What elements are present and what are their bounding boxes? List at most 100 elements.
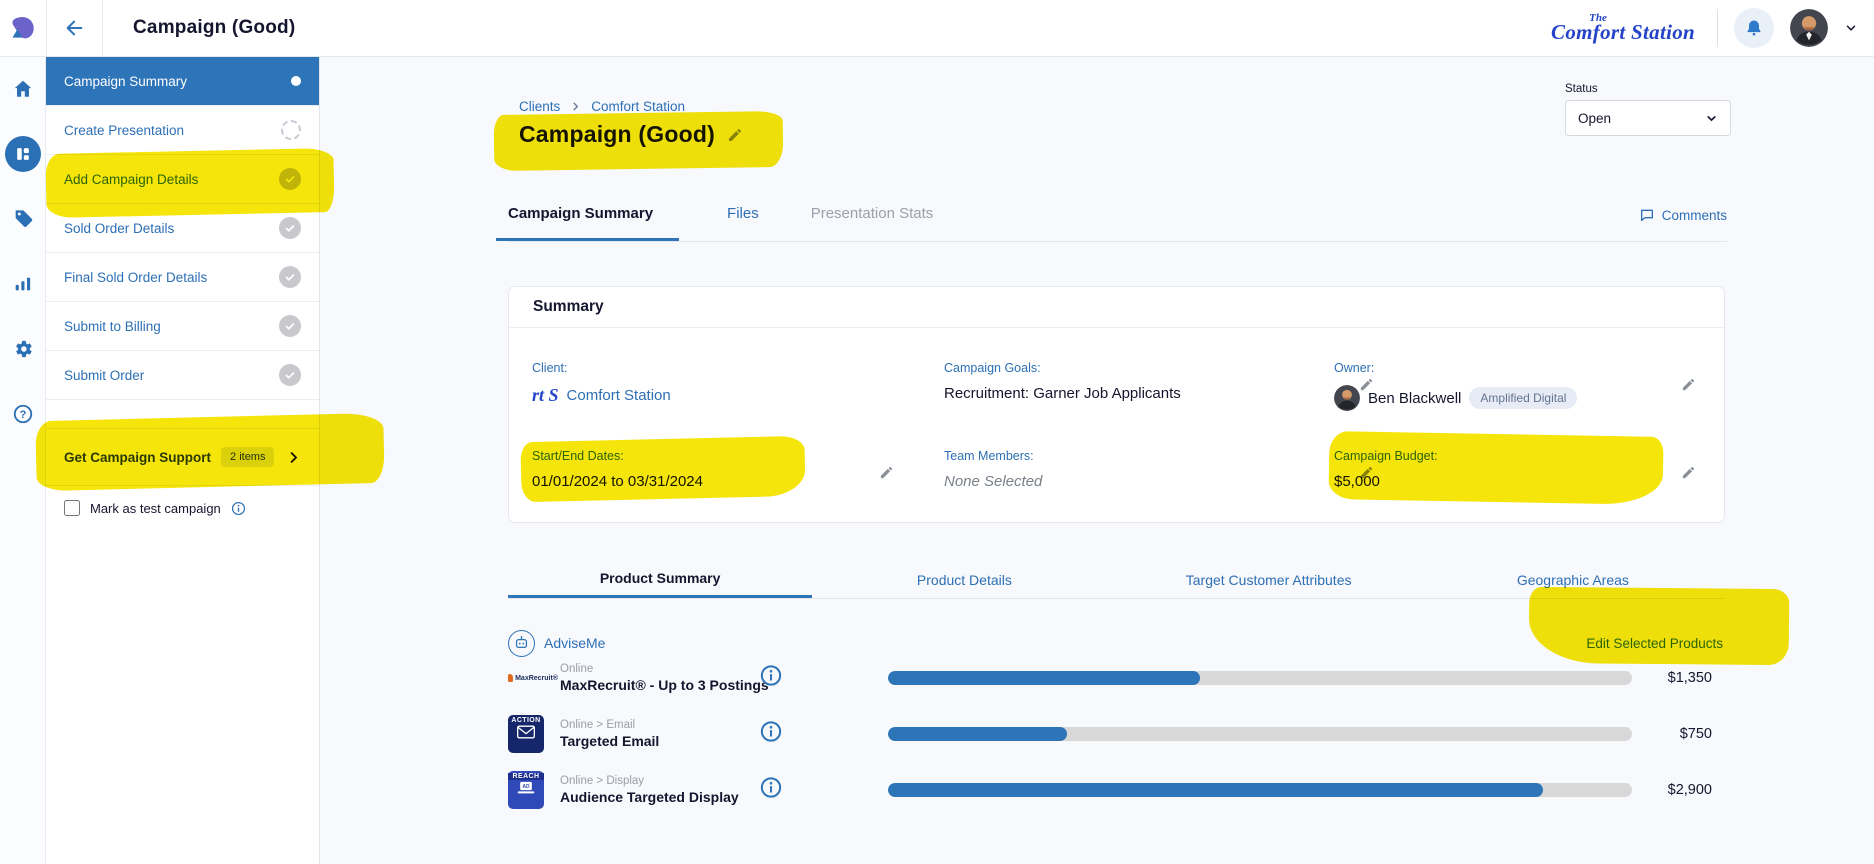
summary-card-title: Summary <box>509 287 1724 328</box>
adviseme-link[interactable]: AdviseMe <box>544 635 605 651</box>
budget-allocation-bar[interactable] <box>888 783 1632 797</box>
product-category: Online > Email <box>560 719 659 731</box>
app-logo[interactable] <box>0 0 47 56</box>
nav-reports-button[interactable] <box>5 266 41 302</box>
client-logo-fragment: rt S <box>532 385 559 406</box>
support-count-badge: 2 items <box>221 447 274 467</box>
sidebar-item-final-sold-order-details[interactable]: Final Sold Order Details <box>46 253 319 302</box>
breadcrumb-clients-link[interactable]: Clients <box>519 99 560 114</box>
sidebar-item-submit-to-billing[interactable]: Submit to Billing <box>46 302 319 351</box>
test-campaign-checkbox[interactable] <box>64 500 80 516</box>
sidebar-item-add-campaign-details[interactable]: Add Campaign Details <box>46 155 319 204</box>
budget-allocation-fill <box>888 727 1067 741</box>
bar-chart-icon <box>12 273 34 295</box>
sidebar-item-label: Submit Order <box>64 368 144 383</box>
check-circle-icon <box>279 364 301 386</box>
brand-name: Comfort Station <box>1551 20 1695 44</box>
tab-product-details[interactable]: Product Details <box>812 561 1116 598</box>
tab-campaign-summary[interactable]: Campaign Summary <box>496 201 679 241</box>
client-field: Client: rt S Comfort Station <box>532 361 671 406</box>
comments-label: Comments <box>1662 208 1727 223</box>
info-icon[interactable] <box>760 721 782 748</box>
app-logo-icon <box>9 14 37 42</box>
check-circle-icon <box>279 168 301 190</box>
edit-budget-pencil-icon[interactable] <box>1681 465 1696 485</box>
campaign-goals-field: Campaign Goals: Recruitment: Garner Job … <box>944 361 1181 402</box>
product-category: Online <box>560 663 769 675</box>
home-icon <box>12 78 34 100</box>
svg-text:?: ? <box>19 409 26 421</box>
top-bar: Campaign (Good) The Comfort Station <box>0 0 1874 57</box>
budget-allocation-bar[interactable] <box>888 671 1632 685</box>
robot-icon <box>508 630 535 657</box>
arrow-left-icon <box>64 17 86 39</box>
client-name-link[interactable]: Comfort Station <box>567 387 671 404</box>
nav-help-button[interactable]: ? <box>5 396 41 432</box>
comments-button[interactable]: Comments <box>1639 207 1727 223</box>
budget-allocation-fill <box>888 671 1200 685</box>
nav-tags-button[interactable] <box>5 201 41 237</box>
tab-geographic-areas[interactable]: Geographic Areas <box>1421 561 1725 598</box>
info-icon[interactable] <box>760 777 782 804</box>
campaign-goals-label: Campaign Goals: <box>944 361 1181 375</box>
check-circle-icon <box>279 266 301 288</box>
user-avatar[interactable] <box>1790 9 1828 47</box>
icon-badge-text: REACH <box>508 773 544 780</box>
client-brand-logo: The Comfort Station <box>1551 13 1695 43</box>
info-icon[interactable] <box>231 501 246 516</box>
dates-field: Start/End Dates: 01/01/2024 to 03/31/202… <box>532 449 703 490</box>
product-name: Audience Targeted Display <box>560 789 739 805</box>
audience-display-product-icon: REACH AD <box>508 771 544 809</box>
product-row-maxrecruit: MaxRecruit® Online MaxRecruit® - Up to 3… <box>508 655 1725 701</box>
notifications-button[interactable] <box>1734 8 1774 48</box>
breadcrumb-client-link[interactable]: Comfort Station <box>591 99 685 114</box>
nav-dashboard-button[interactable] <box>5 136 41 172</box>
tab-presentation-stats[interactable]: Presentation Stats <box>807 201 938 241</box>
dates-label: Start/End Dates: <box>532 449 703 463</box>
team-members-label: Team Members: <box>944 449 1042 463</box>
budget-label: Campaign Budget: <box>1334 449 1438 463</box>
nav-settings-button[interactable] <box>5 331 41 367</box>
product-category: Online > Display <box>560 775 739 787</box>
back-button[interactable] <box>47 0 103 56</box>
product-price: $1,350 <box>1668 670 1712 686</box>
sidebar-item-sold-order-details[interactable]: Sold Order Details <box>46 204 319 253</box>
tab-target-customer-attributes[interactable]: Target Customer Attributes <box>1117 561 1421 598</box>
sidebar-item-submit-order[interactable]: Submit Order <box>46 351 319 400</box>
sidebar-item-campaign-summary[interactable]: Campaign Summary <box>46 57 319 106</box>
get-campaign-support-button[interactable]: Get Campaign Support 2 items <box>46 428 319 486</box>
sidebar-item-label: Final Sold Order Details <box>64 270 207 285</box>
test-campaign-row: Mark as test campaign <box>46 486 319 530</box>
dashboard-icon <box>13 144 33 164</box>
main-content: Clients Comfort Station Campaign (Good) … <box>320 57 1874 864</box>
edit-title-pencil-icon[interactable] <box>727 127 743 143</box>
tag-icon <box>12 208 34 230</box>
edit-owner-pencil-icon[interactable] <box>1681 377 1696 397</box>
icon-rail: ? <box>0 57 46 864</box>
sidebar-item-label: Submit to Billing <box>64 319 161 334</box>
budget-allocation-bar[interactable] <box>888 727 1632 741</box>
owner-label: Owner: <box>1334 361 1577 375</box>
owner-org-badge: Amplified Digital <box>1469 387 1577 409</box>
svg-text:AD: AD <box>522 784 530 790</box>
product-tabs: Product Summary Product Details Target C… <box>508 561 1725 599</box>
user-avatar-image <box>1790 9 1828 47</box>
product-price: $750 <box>1680 726 1712 742</box>
sidebar-item-label: Campaign Summary <box>64 74 187 89</box>
summary-card: Summary Client: rt S Comfort Station Cam… <box>508 286 1725 523</box>
chevron-down-icon[interactable] <box>1844 21 1858 35</box>
product-name: Targeted Email <box>560 733 659 749</box>
edit-selected-products-link[interactable]: Edit Selected Products <box>1586 636 1725 651</box>
gear-icon <box>12 338 34 360</box>
edit-dates-pencil-icon[interactable] <box>879 465 894 485</box>
budget-allocation-fill <box>888 783 1543 797</box>
info-icon[interactable] <box>760 665 782 692</box>
chevron-down-icon <box>1705 112 1718 125</box>
check-circle-icon <box>279 217 301 239</box>
sidebar-item-create-presentation[interactable]: Create Presentation <box>46 106 319 155</box>
tab-files[interactable]: Files <box>723 201 763 241</box>
support-label: Get Campaign Support <box>64 450 211 465</box>
nav-home-button[interactable] <box>5 71 41 107</box>
tab-product-summary[interactable]: Product Summary <box>508 561 812 598</box>
status-select[interactable]: Open <box>1565 100 1731 136</box>
